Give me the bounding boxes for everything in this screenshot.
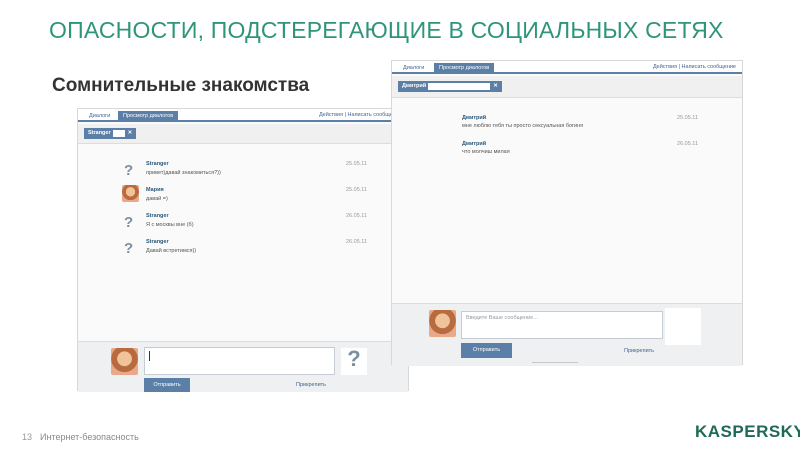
message-composer: ? Отправить Прикрепить xyxy=(78,341,408,392)
message-input[interactable]: Введите Ваше сообщение... xyxy=(461,311,663,339)
recipient-chip[interactable]: Дмитрий ✕ xyxy=(398,81,502,92)
question-icon: ? xyxy=(124,214,134,231)
message-text: Давай встретимся)) xyxy=(146,248,197,254)
close-icon[interactable]: ✕ xyxy=(128,130,133,136)
page-number: 13 xyxy=(22,432,33,442)
actions-links[interactable]: Действия | Написать сообщение xyxy=(653,64,736,70)
kaspersky-logo: KASPERSKYlab xyxy=(695,422,800,442)
own-avatar xyxy=(111,348,138,375)
message-text: привет)давай знакомиться?)) xyxy=(146,170,221,176)
tab-dialogs[interactable]: Диалоги xyxy=(84,111,115,122)
message-row: Дмитрий что молчиш милая 26.05.11 xyxy=(392,139,742,163)
message-date: 26.05.11 xyxy=(677,141,699,147)
hidden-name-block xyxy=(428,83,491,90)
message-text: давай =) xyxy=(146,196,168,202)
message-author[interactable]: Stranger xyxy=(146,161,169,167)
message-date: 26.05.11 xyxy=(346,239,368,245)
right-tab-bar: Диалоги Просмотр диалогов Действия | Нап… xyxy=(392,61,742,74)
message-date: 25.05.11 xyxy=(346,161,368,167)
recipient-name: Дмитрий xyxy=(402,83,427,89)
message-author[interactable]: Stranger xyxy=(146,213,169,219)
recipient-chip[interactable]: Stranger ✕ xyxy=(84,128,137,139)
right-chat-window: Диалоги Просмотр диалогов Действия | Нап… xyxy=(391,60,743,366)
tab-view-dialogs[interactable]: Просмотр диалогов xyxy=(118,111,179,122)
footer-text: Интернет-безопасность xyxy=(40,432,139,442)
avatar[interactable] xyxy=(122,185,139,202)
question-icon: ? xyxy=(124,162,134,179)
message-text: что молчиш милая xyxy=(462,149,510,155)
tab-dialogs[interactable]: Диалоги xyxy=(398,63,429,74)
message-text: Я с москвы вне (б) xyxy=(146,222,194,228)
message-row: ? Stranger Я с москвы вне (б) 26.05.11 xyxy=(78,211,408,235)
message-text: мне люблю тебя ты просто сексуальная бог… xyxy=(462,123,584,129)
own-avatar xyxy=(429,310,456,337)
question-icon: ? xyxy=(124,240,134,257)
message-date: 25.05.11 xyxy=(346,187,368,193)
message-date: 25.05.11 xyxy=(677,115,699,121)
send-button[interactable]: Отправить xyxy=(144,378,190,392)
blank-panel xyxy=(665,308,701,345)
send-button[interactable]: Отправить xyxy=(461,343,512,358)
close-icon[interactable]: ✕ xyxy=(493,83,498,89)
message-author[interactable]: Мария xyxy=(146,187,164,193)
hidden-name-block xyxy=(112,130,125,137)
message-input[interactable] xyxy=(144,347,335,375)
left-tab-bar: Диалоги Просмотр диалогов Действия | Нап… xyxy=(78,109,408,122)
question-icon: ? xyxy=(341,348,367,375)
attach-link[interactable]: Прикрепить xyxy=(296,382,326,388)
message-composer: Введите Ваше сообщение... Отправить Прик… xyxy=(392,303,742,366)
message-row: Дмитрий мне люблю тебя ты просто сексуал… xyxy=(392,113,742,137)
message-author[interactable]: Дмитрий xyxy=(462,115,486,121)
tab-view-dialogs[interactable]: Просмотр диалогов xyxy=(434,63,495,74)
message-row: Мария давай =) 25.05.11 xyxy=(78,185,408,209)
left-chat-window: Диалоги Просмотр диалогов Действия | Нап… xyxy=(77,108,409,392)
slide-title: ОПАСНОСТИ, ПОДСТЕРЕГАЮЩИЕ В СОЦИАЛЬНЫХ С… xyxy=(49,17,724,43)
logo-text: KASPERSKY xyxy=(695,422,800,441)
actions-links[interactable]: Действия | Написать сообщение xyxy=(319,112,402,118)
attach-link[interactable]: Прикрепить xyxy=(624,348,654,354)
message-row: ? Stranger привет)давай знакомиться?)) 2… xyxy=(78,159,408,183)
message-author[interactable]: Дмитрий xyxy=(462,141,486,147)
slide-subtitle: Сомнительные знакомства xyxy=(52,75,310,96)
left-recipient-bar: Stranger ✕ xyxy=(78,124,408,144)
right-recipient-bar: Дмитрий ✕ xyxy=(392,76,742,98)
message-row: ? Stranger Давай встретимся)) 26.05.11 xyxy=(78,237,408,261)
message-author[interactable]: Stranger xyxy=(146,239,169,245)
divider xyxy=(532,362,578,363)
message-date: 26.05.11 xyxy=(346,213,368,219)
recipient-name: Stranger xyxy=(88,130,111,136)
